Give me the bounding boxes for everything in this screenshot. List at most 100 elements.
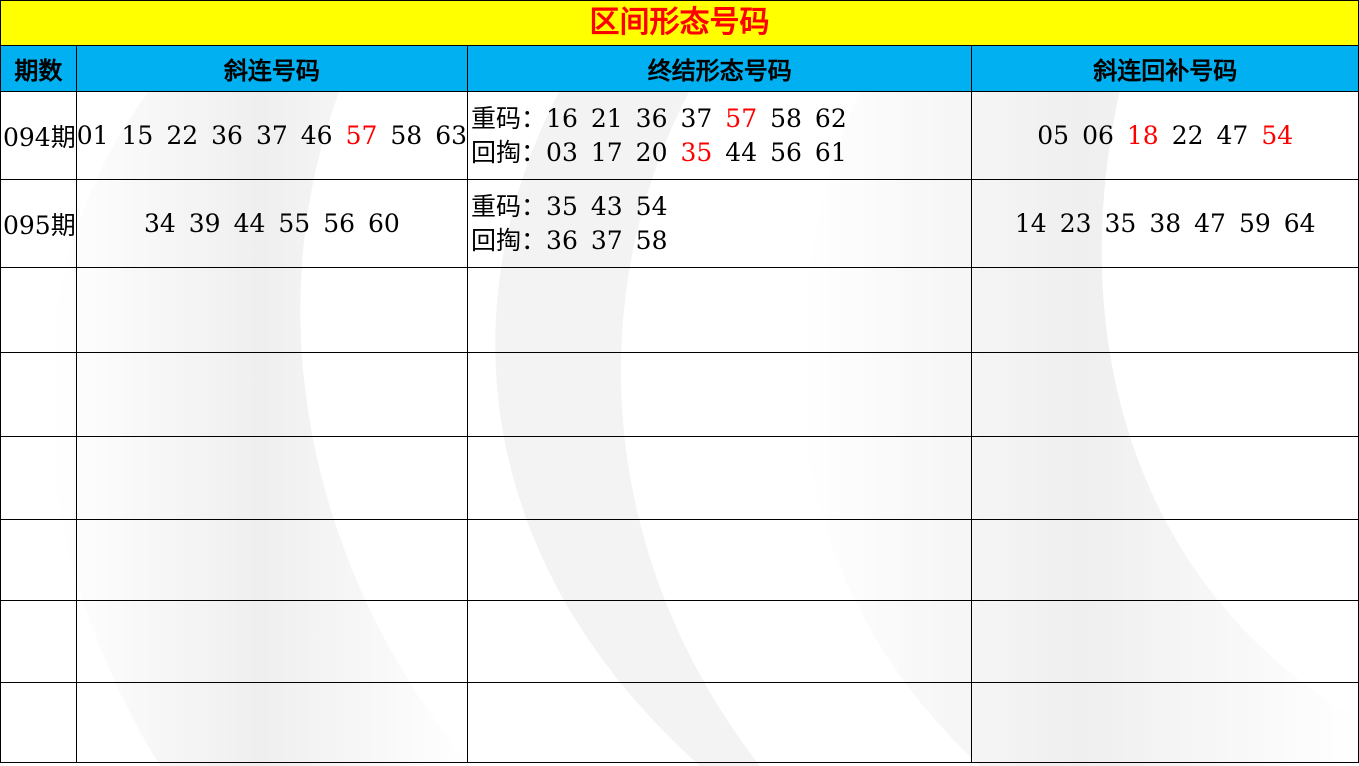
number-cell: 37	[680, 103, 713, 133]
number-cell: 57	[725, 103, 758, 133]
number-cell: 56	[770, 137, 802, 167]
end-line-label: 回掏：	[471, 225, 547, 255]
supp-cell: 05 06 18 22 47 54	[971, 91, 1359, 180]
header-supp: 斜连回补号码	[971, 45, 1359, 92]
number-cell: 37	[255, 121, 288, 150]
number-cell: 14	[1014, 209, 1047, 238]
empty-cell	[971, 519, 1359, 601]
empty-cell	[467, 267, 973, 353]
number-cell: 47	[1194, 209, 1226, 238]
empty-cell	[971, 682, 1359, 763]
number-cell: 61	[814, 137, 847, 167]
empty-cell	[75, 600, 469, 683]
empty-cell	[0, 267, 77, 353]
number-cell: 17	[590, 137, 623, 167]
number-cell: 06	[1082, 121, 1114, 150]
number-table: 期数 斜连号码 终结形态号码 斜连回补号码 094期 01 15 22 36 37 46 57…	[0, 45, 1359, 763]
sheet-title: 区间形态号码	[0, 0, 1359, 46]
empty-cell	[467, 352, 973, 437]
empty-cell	[0, 519, 77, 601]
period-cell: 095期	[0, 179, 77, 268]
number-cell: 60	[368, 209, 400, 238]
number-cell: 36	[211, 121, 243, 150]
number-cell: 36	[546, 225, 578, 255]
empty-row	[0, 267, 1359, 353]
table-row: 094期 01 15 22 36 37 46 57 58 63 重码：16 21 36 37 57 58 62 回…	[0, 91, 1359, 180]
number-cell: 21	[590, 103, 623, 133]
header-row: 期数 斜连号码 终结形态号码 斜连回补号码	[0, 45, 1359, 92]
table-row: 095期 34 39 44 55 56 60 重码：35 43 54 回掏：36 37 58 14 23 35…	[0, 179, 1359, 268]
number-cell: 36	[635, 103, 668, 133]
number-cell: 64	[1283, 209, 1316, 238]
empty-cell	[467, 519, 973, 601]
number-cell: 22	[166, 121, 199, 150]
end-line-label: 回掏：	[471, 137, 547, 167]
empty-row	[0, 682, 1359, 763]
header-diag: 斜连号码	[75, 45, 469, 92]
empty-cell	[467, 682, 973, 763]
empty-cell	[0, 352, 77, 437]
table-body: 094期 01 15 22 36 37 46 57 58 63 重码：16 21 36 37 57 58 62 回…	[0, 91, 1359, 763]
number-cell: 35	[680, 137, 713, 167]
number-cell: 58	[770, 103, 802, 133]
number-cell: 63	[435, 121, 468, 150]
number-cell: 58	[390, 121, 423, 150]
number-cell: 44	[233, 209, 266, 238]
end-line-repeat: 重码：16 21 36 37 57 58 62	[471, 102, 971, 136]
number-cell: 56	[323, 209, 355, 238]
number-cell: 55	[278, 209, 311, 238]
empty-cell	[971, 600, 1359, 683]
number-cell: 20	[635, 137, 668, 167]
empty-cell	[75, 352, 469, 437]
number-cell: 54	[1261, 121, 1294, 150]
number-cell: 46	[300, 121, 333, 150]
end-line-repeat: 重码：35 43 54	[471, 190, 971, 224]
number-cell: 44	[725, 137, 758, 167]
number-cell: 16	[546, 103, 578, 133]
period-cell: 094期	[0, 91, 77, 180]
number-cell: 22	[1171, 121, 1204, 150]
empty-cell	[75, 519, 469, 601]
end-line-back: 回掏：36 37 58	[471, 224, 971, 258]
end-cell: 重码：35 43 54 回掏：36 37 58	[467, 179, 973, 268]
header-period: 期数	[0, 45, 77, 92]
header-end: 终结形态号码	[467, 45, 973, 92]
empty-row	[0, 519, 1359, 601]
number-cell: 62	[814, 103, 847, 133]
empty-cell	[971, 436, 1359, 520]
number-cell: 58	[635, 225, 668, 255]
diag-cell: 01 15 22 36 37 46 57 58 63	[75, 91, 469, 180]
number-cell: 43	[590, 191, 623, 221]
number-cell: 54	[635, 191, 668, 221]
empty-cell	[971, 352, 1359, 437]
empty-row	[0, 436, 1359, 520]
number-cell: 03	[546, 137, 578, 167]
number-cell: 57	[345, 121, 378, 150]
number-cell: 05	[1037, 121, 1070, 150]
empty-cell	[971, 267, 1359, 353]
number-cell: 37	[590, 225, 623, 255]
end-line-label: 重码：	[471, 103, 547, 133]
number-cell: 23	[1059, 209, 1092, 238]
empty-cell	[0, 436, 77, 520]
empty-row	[0, 352, 1359, 437]
supp-cell: 14 23 35 38 47 59 64	[971, 179, 1359, 268]
empty-cell	[467, 436, 973, 520]
empty-cell	[467, 600, 973, 683]
number-cell: 35	[546, 191, 578, 221]
number-cell: 18	[1126, 121, 1159, 150]
diag-cell: 34 39 44 55 56 60	[75, 179, 469, 268]
empty-cell	[75, 682, 469, 763]
number-cell: 15	[121, 121, 154, 150]
empty-row	[0, 600, 1359, 683]
number-cell: 34	[143, 209, 176, 238]
number-cell: 35	[1104, 209, 1137, 238]
number-cell: 39	[188, 209, 221, 238]
number-cell: 38	[1149, 209, 1182, 238]
end-line-label: 重码：	[471, 191, 547, 221]
empty-cell	[0, 682, 77, 763]
number-cell: 59	[1238, 209, 1271, 238]
empty-cell	[0, 600, 77, 683]
end-line-back: 回掏：03 17 20 35 44 56 61	[471, 136, 971, 170]
number-cell: 47	[1216, 121, 1249, 150]
